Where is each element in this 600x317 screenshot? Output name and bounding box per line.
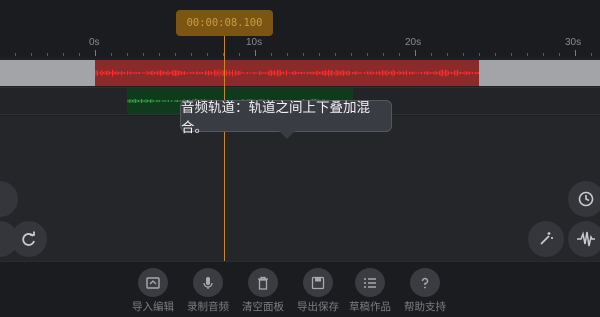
ruler-label-20s: 20s bbox=[405, 37, 422, 48]
tooltip-arrow bbox=[279, 131, 295, 139]
toolbar-label: 帮助支持 bbox=[404, 301, 446, 313]
waveform-button[interactable] bbox=[568, 221, 600, 257]
help-icon bbox=[410, 268, 440, 297]
ruler-tick bbox=[495, 53, 496, 56]
ruler-tick bbox=[543, 53, 544, 56]
ruler-tick bbox=[111, 53, 112, 56]
ruler-tick bbox=[559, 53, 560, 56]
audio-clip-main[interactable] bbox=[95, 60, 479, 86]
list-icon bbox=[355, 268, 385, 297]
magic-wand-icon bbox=[540, 232, 553, 245]
ruler-tick bbox=[287, 53, 288, 56]
redo-icon bbox=[22, 231, 35, 246]
ruler-tick bbox=[255, 50, 256, 56]
ruler-tick bbox=[527, 53, 528, 56]
ruler-tick bbox=[415, 50, 416, 56]
toolbar-drafts[interactable]: 草稿作品 bbox=[342, 268, 398, 314]
ruler-tick bbox=[175, 53, 176, 56]
ruler-tick bbox=[479, 53, 480, 56]
ruler-tick bbox=[159, 53, 160, 56]
ruler-label-30s: 30s bbox=[565, 37, 582, 48]
toolbar-record-audio[interactable]: 录制音频 bbox=[180, 268, 236, 314]
ruler-tick bbox=[319, 53, 320, 56]
playhead[interactable] bbox=[224, 36, 225, 261]
time-ruler[interactable]: 0s 10s 20s 30s bbox=[0, 36, 600, 58]
ruler-tick bbox=[463, 53, 464, 56]
toolbar-label: 导出保存 bbox=[297, 301, 339, 313]
ruler-tick bbox=[47, 53, 48, 56]
ruler-tick bbox=[431, 53, 432, 56]
clock-button[interactable] bbox=[568, 181, 600, 217]
toolbar-import-edit[interactable]: 导入编辑 bbox=[125, 268, 181, 314]
ruler-tick bbox=[31, 53, 32, 56]
toolbar-clear-panel[interactable]: 清空面板 bbox=[235, 268, 291, 314]
toolbar-help[interactable]: 帮助支持 bbox=[397, 268, 453, 314]
ruler-tick bbox=[591, 53, 592, 56]
toolbar-label: 录制音频 bbox=[187, 301, 229, 313]
ruler-label-0s: 0s bbox=[89, 37, 100, 48]
ruler-tick bbox=[239, 53, 240, 56]
toolbar-export-save[interactable]: 导出保存 bbox=[290, 268, 346, 314]
ruler-tick bbox=[351, 53, 352, 56]
toolbar-label: 清空面板 bbox=[242, 301, 284, 313]
toolbar-label: 草稿作品 bbox=[349, 301, 391, 313]
ruler-tick bbox=[191, 53, 192, 56]
editor-workspace bbox=[0, 116, 600, 261]
ruler-tick bbox=[271, 53, 272, 56]
audio-waveform bbox=[95, 69, 479, 77]
ruler-tick bbox=[511, 53, 512, 56]
ruler-tick bbox=[303, 53, 304, 56]
save-icon bbox=[303, 268, 333, 297]
clock-icon bbox=[578, 191, 594, 207]
ruler-tick bbox=[335, 53, 336, 56]
ruler-tick bbox=[383, 53, 384, 56]
ruler-tick bbox=[399, 53, 400, 56]
ruler-tick bbox=[79, 53, 80, 56]
ruler-tick bbox=[143, 53, 144, 56]
ruler-tick bbox=[207, 53, 208, 56]
ruler-tick bbox=[95, 50, 96, 56]
ruler-tick bbox=[63, 53, 64, 56]
microphone-icon bbox=[193, 268, 223, 297]
effects-button[interactable] bbox=[528, 221, 564, 257]
import-icon bbox=[138, 268, 168, 297]
ruler-label-10s: 10s bbox=[246, 37, 263, 48]
trash-icon bbox=[248, 268, 278, 297]
current-time-display: 00:00:08.100 bbox=[176, 10, 273, 36]
track-empty-region-right bbox=[479, 60, 600, 86]
track-empty-region-left bbox=[0, 60, 95, 86]
ruler-tick bbox=[367, 53, 368, 56]
ruler-tick bbox=[15, 53, 16, 56]
redo-button[interactable] bbox=[11, 221, 47, 257]
ruler-tick bbox=[127, 53, 128, 56]
waveform-icon bbox=[577, 231, 595, 247]
ruler-tick bbox=[575, 50, 576, 56]
toolbar-label: 导入编辑 bbox=[132, 301, 174, 313]
tooltip: 音频轨道：轨道之间上下叠加混合。 bbox=[180, 100, 392, 135]
ruler-tick bbox=[447, 53, 448, 56]
